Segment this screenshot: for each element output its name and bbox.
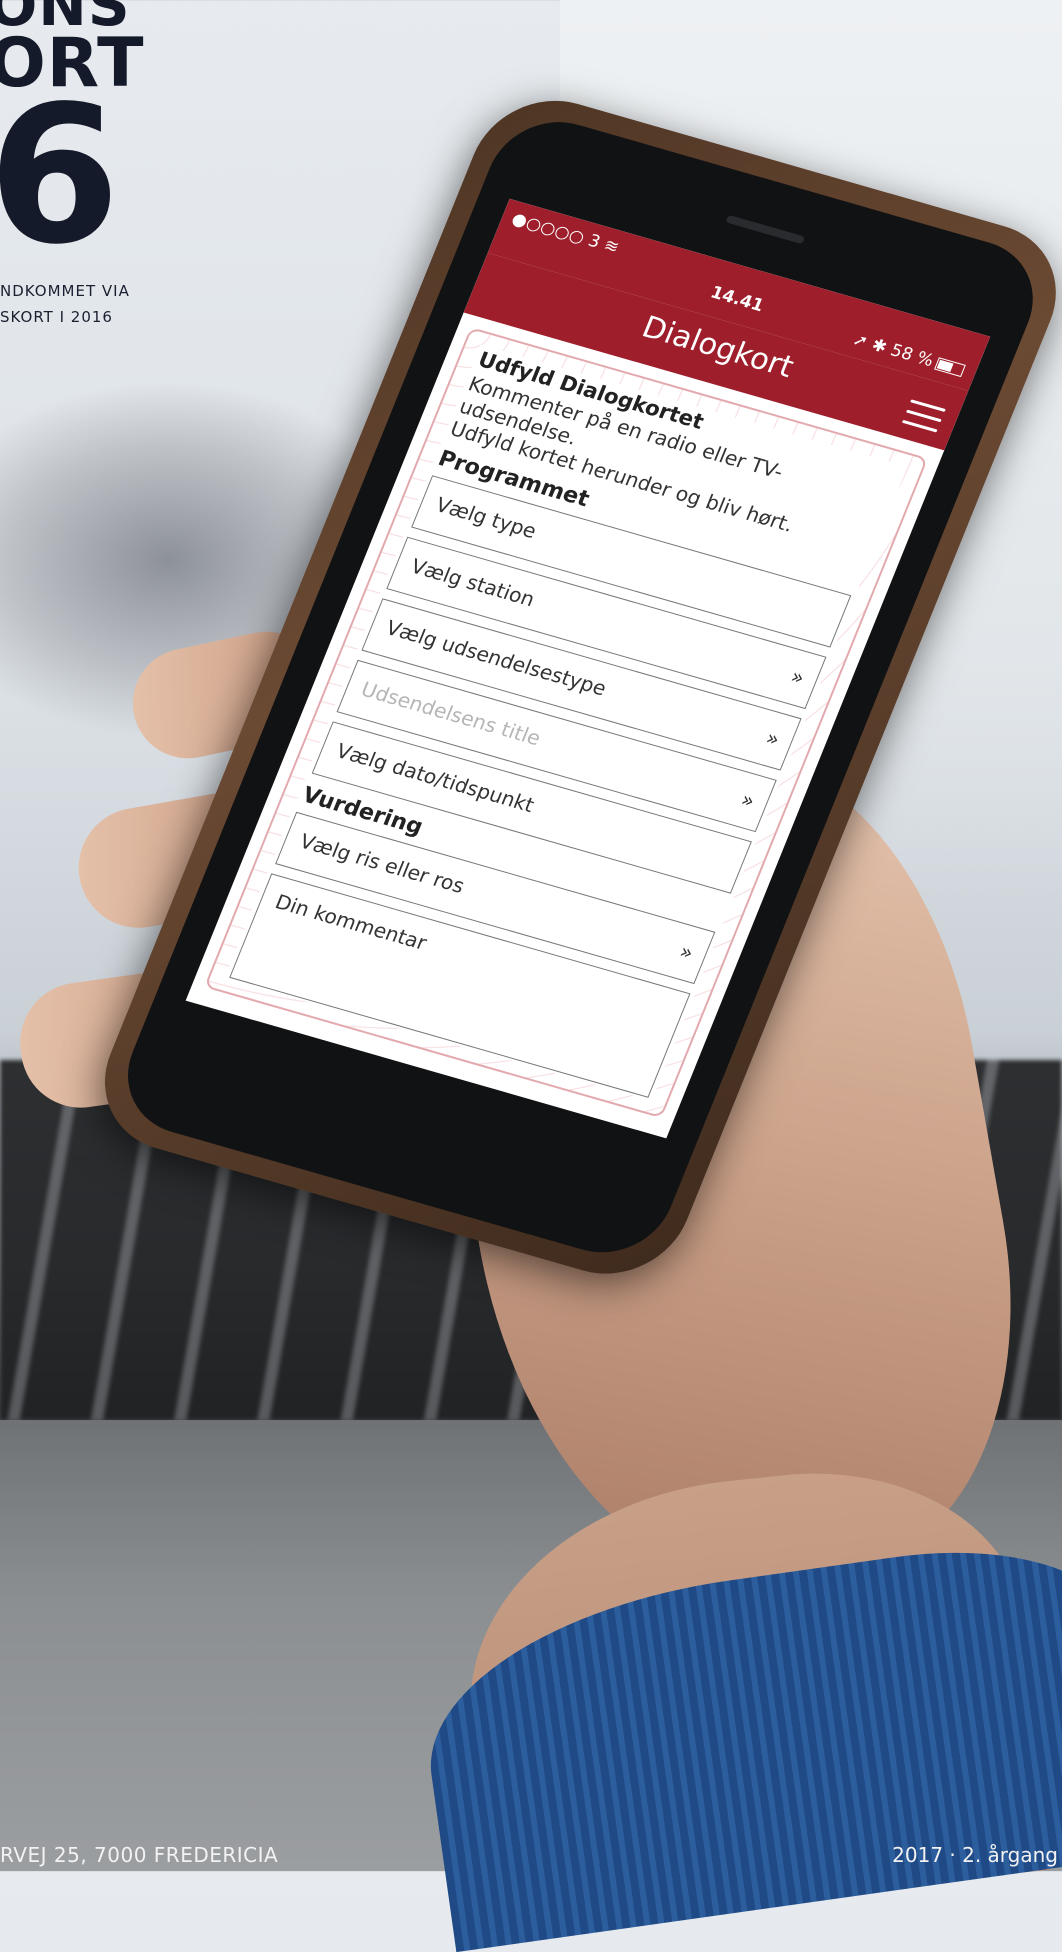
chevron-down-icon: » [676,938,698,965]
type-select-label: Vælg type [432,492,541,544]
chevron-down-icon: » [737,786,759,813]
masthead-sub-line2: SKORT I 2016 [0,308,113,326]
chevron-down-icon: » [762,725,784,752]
form-container: Udfyld Dialogkortet Kommenter på en radi… [203,327,929,1119]
masthead-sub-line1: NDKOMMET VIA [0,282,130,300]
battery-icon [934,356,967,377]
footer-address: RVEJ 25, 7000 FREDERICIA [0,1843,279,1867]
station-select-label: Vælg station [407,553,539,612]
chevron-down-icon: » [787,663,809,690]
form-card: Udfyld Dialogkortet Kommenter på en radi… [224,344,908,1101]
footer-edition: 2017 · 2. årgang [892,1843,1058,1867]
masthead-big-number: 6 [0,65,121,286]
masthead: ONS ORT 6 [0,0,145,271]
masthead-subtitle: NDKOMMET VIA SKORT I 2016 [0,278,130,330]
